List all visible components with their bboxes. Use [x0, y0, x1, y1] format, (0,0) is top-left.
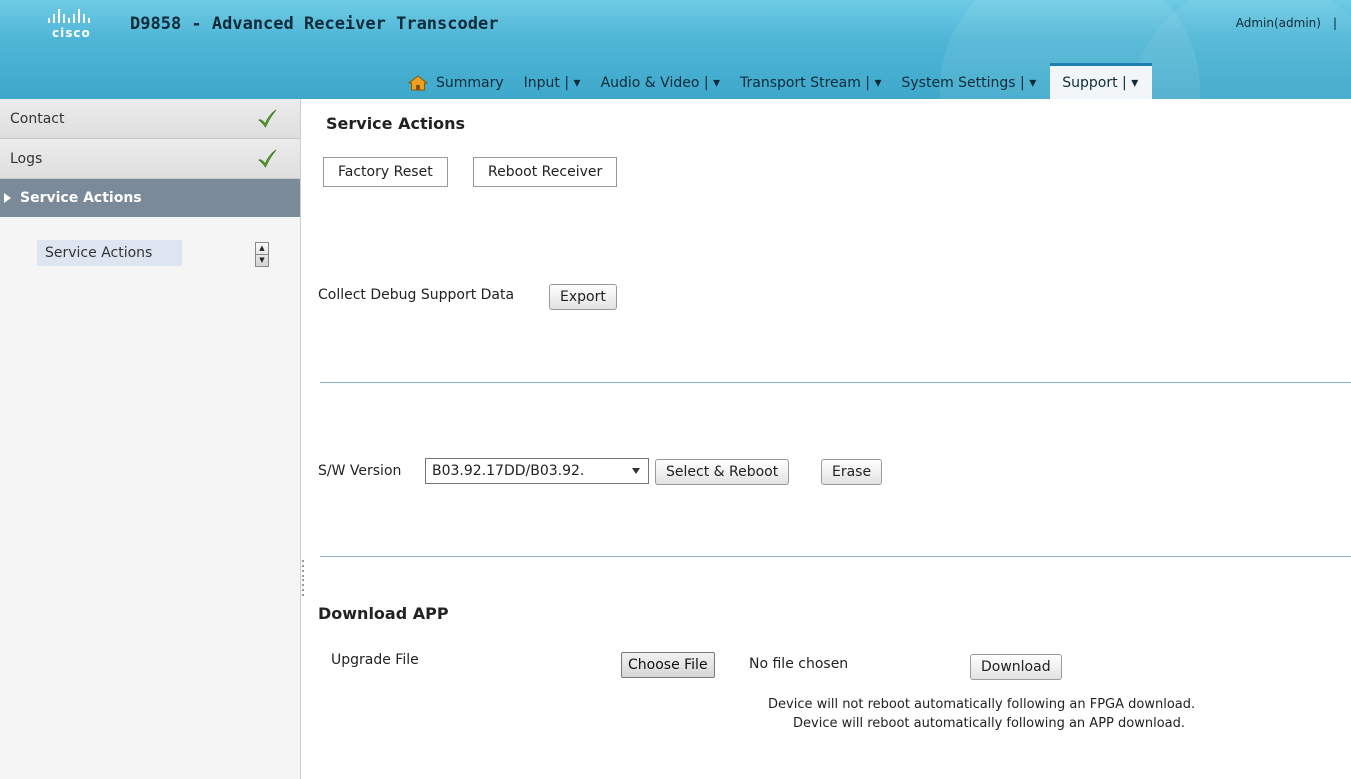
upgrade-file-label: Upgrade File: [331, 652, 419, 668]
choose-file-button[interactable]: Choose File: [621, 652, 715, 678]
download-button[interactable]: Download: [970, 654, 1062, 680]
sidebar-item-service-actions[interactable]: Service Actions: [0, 179, 300, 217]
nav-transport-stream[interactable]: Transport Stream | ▾: [740, 66, 881, 99]
erase-button[interactable]: Erase: [821, 459, 883, 485]
check-icon: [258, 149, 277, 168]
cisco-wordmark: cisco: [52, 26, 91, 40]
sw-version-label: S/W Version: [318, 463, 402, 479]
sidebar-subnav: Service Actions ▲ ▼: [0, 217, 300, 337]
app-title: D9858 - Advanced Receiver Transcoder: [130, 14, 499, 34]
section-divider: [320, 382, 1351, 383]
cisco-logo: cisco: [48, 9, 122, 43]
nav-summary[interactable]: Summary: [408, 66, 504, 99]
sidebar-item-contact[interactable]: Contact: [0, 99, 300, 139]
home-icon: [408, 74, 428, 90]
factory-reset-button[interactable]: Factory Reset: [323, 157, 448, 187]
user-info: Admin(admin) |: [1236, 16, 1337, 30]
nav-summary-label: Summary: [436, 74, 504, 91]
main-content: Service Actions Factory Reset Reboot Rec…: [305, 99, 1351, 779]
subnav-item-service-actions[interactable]: Service Actions: [37, 240, 182, 266]
nav-support[interactable]: Support | ▾: [1050, 63, 1153, 99]
sidebar-item-label: Contact: [10, 110, 65, 127]
select-reboot-button[interactable]: Select & Reboot: [655, 459, 790, 485]
subnav-stepper[interactable]: ▲ ▼: [255, 242, 269, 267]
stepper-down-icon[interactable]: ▼: [256, 254, 268, 266]
sw-version-select[interactable]: B03.92.17DD/B03.92.: [425, 458, 649, 484]
section-title-download-app: Download APP: [318, 604, 449, 623]
collect-debug-label: Collect Debug Support Data: [318, 287, 515, 303]
chevron-down-icon: [632, 468, 640, 474]
app-reboot-note: Device will reboot automatically followi…: [793, 716, 1186, 731]
check-icon: [258, 109, 277, 128]
nav-audio-video[interactable]: Audio & Video | ▾: [601, 66, 720, 99]
sidebar-item-label: Logs: [10, 150, 43, 167]
fpga-reboot-note: Device will not reboot automatically fol…: [768, 697, 1196, 712]
export-button[interactable]: Export: [549, 284, 617, 310]
sw-version-value: B03.92.17DD/B03.92.: [432, 463, 585, 479]
reboot-receiver-button[interactable]: Reboot Receiver: [473, 157, 618, 187]
stepper-up-icon[interactable]: ▲: [256, 243, 268, 254]
section-title-service-actions: Service Actions: [326, 114, 465, 133]
nav-system-settings[interactable]: System Settings | ▾: [902, 66, 1037, 99]
user-separator: |: [1332, 16, 1337, 30]
sidebar-item-label: Service Actions: [20, 190, 142, 206]
main-nav: Summary Input | ▾ Audio & Video | ▾ Tran…: [408, 63, 1172, 99]
sidebar: Contact Logs Service Actions Service Act…: [0, 99, 301, 779]
app-header: cisco D9858 - Advanced Receiver Transcod…: [0, 0, 1351, 99]
user-name[interactable]: Admin(admin): [1236, 16, 1321, 30]
no-file-chosen-text: No file chosen: [749, 656, 849, 672]
cisco-logo-bars: [48, 9, 90, 23]
nav-input[interactable]: Input | ▾: [524, 66, 581, 99]
section-divider: [320, 556, 1351, 557]
sidebar-item-logs[interactable]: Logs: [0, 139, 300, 179]
